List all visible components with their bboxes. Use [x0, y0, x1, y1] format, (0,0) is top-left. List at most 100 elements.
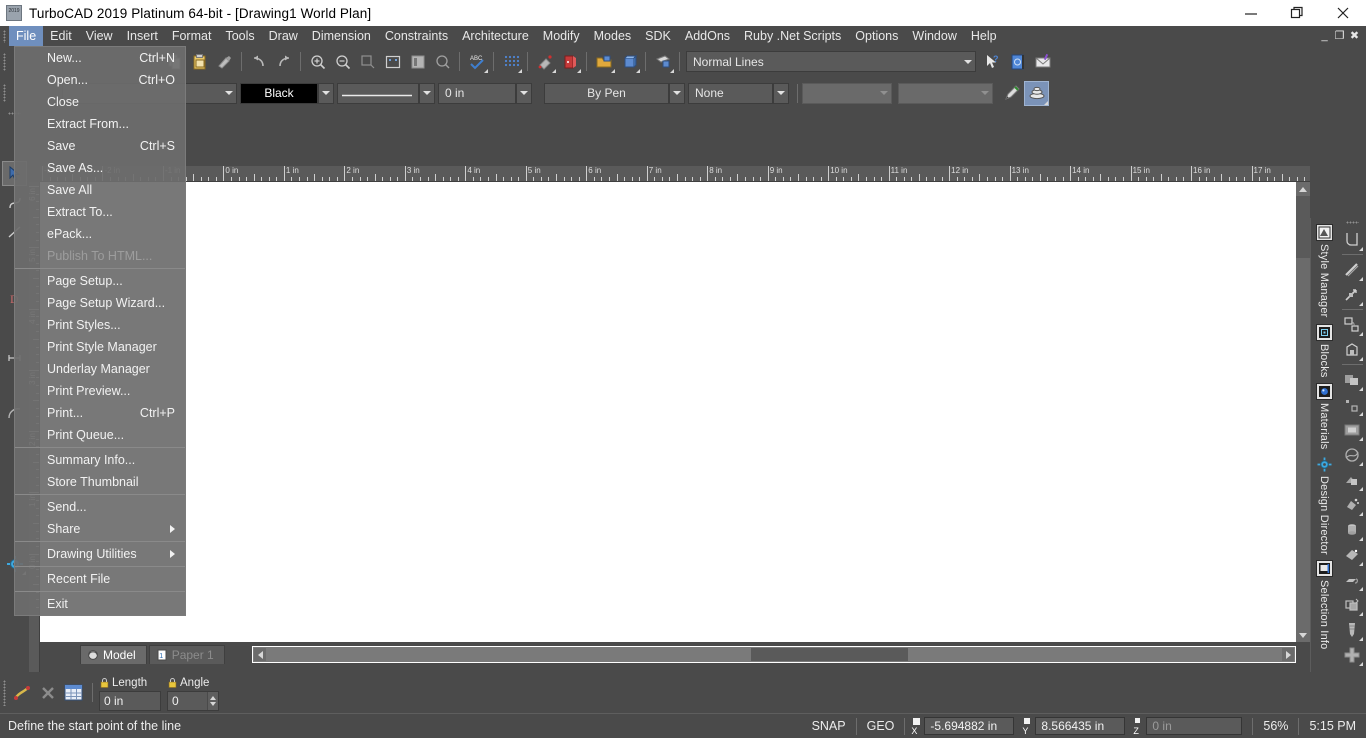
sidebar-item-design-director[interactable]: Design Director: [1311, 454, 1337, 554]
file-menu-item-save[interactable]: Save Ctrl+S: [15, 135, 185, 157]
menu-help[interactable]: Help: [964, 26, 1004, 46]
thread-icon[interactable]: [1339, 617, 1364, 642]
file-menu-item-print[interactable]: Print... Ctrl+P: [15, 402, 185, 424]
chevron-down-icon[interactable]: [221, 84, 236, 103]
file-menu-item-print-styles[interactable]: Print Styles...: [15, 314, 185, 336]
file-menu-item-extract-from[interactable]: Extract From...: [15, 113, 185, 135]
sidebar-item-style-manager[interactable]: Style Manager: [1311, 222, 1337, 318]
file-menu-item-extract-to[interactable]: Extract To...: [15, 201, 185, 223]
fillet-icon[interactable]: [1339, 227, 1364, 252]
file-menu-item-save-as[interactable]: Save As...: [15, 157, 185, 179]
paint-drop-icon[interactable]: [532, 49, 557, 74]
line-width-combo[interactable]: 0 in: [438, 82, 516, 104]
menu-view[interactable]: View: [79, 26, 120, 46]
chamfer-icon[interactable]: [1339, 257, 1364, 282]
menu-drag-grip[interactable]: [0, 26, 9, 46]
chevron-down-icon[interactable]: [960, 52, 975, 71]
horizontal-scroll-thumb[interactable]: [751, 648, 908, 661]
file-menu-item-save-all[interactable]: Save All: [15, 179, 185, 201]
scroll-left-button[interactable]: [254, 648, 266, 661]
paste-icon[interactable]: [187, 49, 212, 74]
file-menu-item-new[interactable]: New... Ctrl+N: [15, 47, 185, 69]
slice-icon[interactable]: [1339, 442, 1364, 467]
coordinate-table-icon[interactable]: [60, 680, 86, 706]
file-menu-item-page-setup-wizard[interactable]: Page Setup Wizard...: [15, 292, 185, 314]
format-painter-icon[interactable]: [212, 49, 237, 74]
zoom-page-icon[interactable]: [405, 49, 430, 74]
horizontal-ruler[interactable]: -3 in-2 in-1 in0 in1 in2 in3 in4 in5 in6…: [40, 166, 1310, 182]
menu-tools[interactable]: Tools: [218, 26, 261, 46]
blend-icon[interactable]: [1339, 467, 1364, 492]
menu-modes[interactable]: Modes: [587, 26, 639, 46]
y-coordinate[interactable]: Y 8.566435 in: [1022, 717, 1126, 736]
x-coordinate-value[interactable]: -5.694882 in: [924, 717, 1015, 735]
geo-indicator[interactable]: GEO: [863, 719, 899, 733]
menu-addons[interactable]: AddOns: [678, 26, 737, 46]
context-help-icon[interactable]: ?: [980, 49, 1005, 74]
workplane-icon[interactable]: [650, 49, 675, 74]
deform-icon[interactable]: [1339, 492, 1364, 517]
drawing-canvas[interactable]: ✖: [40, 182, 1296, 642]
cancel-icon[interactable]: [36, 681, 60, 705]
zoom-previous-icon[interactable]: [430, 49, 455, 74]
mdi-minimize-icon[interactable]: _: [1317, 26, 1332, 46]
mdi-restore-icon[interactable]: ❐: [1332, 26, 1347, 46]
menu-insert[interactable]: Insert: [120, 26, 165, 46]
spell-check-icon[interactable]: ABC: [464, 49, 489, 74]
length-input[interactable]: 0 in: [99, 690, 161, 711]
chevron-down-icon[interactable]: [876, 84, 891, 103]
file-menu-item-epack[interactable]: ePack...: [15, 223, 185, 245]
open-folder-icon[interactable]: [591, 49, 616, 74]
3d-view-icon[interactable]: [616, 49, 641, 74]
scroll-right-button[interactable]: [1282, 648, 1294, 661]
mail-icon[interactable]: [1030, 49, 1055, 74]
menu-draw[interactable]: Draw: [262, 26, 305, 46]
menu-options[interactable]: Options: [848, 26, 905, 46]
menu-edit[interactable]: Edit: [43, 26, 79, 46]
sidebar-item-blocks[interactable]: Blocks: [1311, 322, 1337, 377]
file-menu-item-print-style-manager[interactable]: Print Style Manager: [15, 336, 185, 358]
file-dropdown-menu[interactable]: New... Ctrl+N Open... Ctrl+O Close Extract Fr…: [14, 46, 186, 616]
menu-window[interactable]: Window: [905, 26, 963, 46]
file-menu-item-print-preview[interactable]: Print Preview...: [15, 380, 185, 402]
minimize-icon[interactable]: [1228, 0, 1274, 26]
z-coordinate[interactable]: Z 0 in: [1133, 717, 1243, 736]
line-tool-active-icon[interactable]: [8, 679, 36, 707]
file-menu-item-store-thumbnail[interactable]: Store Thumbnail: [15, 471, 185, 493]
pencil-icon[interactable]: [999, 81, 1024, 106]
canvas-horizontal-scrollbar[interactable]: [252, 646, 1296, 663]
file-menu-item-page-setup[interactable]: Page Setup...: [15, 270, 185, 292]
line-pattern-combo[interactable]: [337, 82, 419, 104]
color-combo[interactable]: Black: [240, 82, 318, 104]
trim-icon[interactable]: [1339, 282, 1364, 307]
file-menu-item-close[interactable]: Close: [15, 91, 185, 113]
y-coordinate-value[interactable]: 8.566435 in: [1035, 717, 1126, 735]
menu-ruby-net-scripts[interactable]: Ruby .Net Scripts: [737, 26, 848, 46]
file-menu-item-share[interactable]: Share: [15, 518, 185, 540]
file-menu-item-print-queue[interactable]: Print Queue...: [15, 424, 185, 446]
scroll-up-button[interactable]: [1296, 182, 1310, 196]
menu-file[interactable]: File: [9, 26, 44, 46]
coordbar-grip[interactable]: [0, 678, 8, 708]
angle-input[interactable]: 0: [167, 690, 219, 711]
z-coordinate-value[interactable]: 0 in: [1146, 717, 1243, 735]
render-style-icon[interactable]: [1024, 80, 1049, 106]
angle-spinner[interactable]: [207, 691, 218, 710]
pen-style-combo[interactable]: By Pen: [544, 82, 669, 104]
scale-icon[interactable]: [1339, 392, 1364, 417]
zoom-out-icon[interactable]: [330, 49, 355, 74]
snap-grid-icon[interactable]: [498, 49, 523, 74]
material-combo[interactable]: [898, 82, 993, 104]
file-menu-item-send[interactable]: Send...: [15, 496, 185, 518]
hatch-combo[interactable]: None: [688, 82, 773, 104]
mirror-icon[interactable]: [1339, 367, 1364, 392]
menu-format[interactable]: Format: [165, 26, 219, 46]
render-icon[interactable]: [557, 49, 582, 74]
menu-sdk[interactable]: SDK: [638, 26, 678, 46]
zoom-extents-icon[interactable]: [380, 49, 405, 74]
menu-constraints[interactable]: Constraints: [378, 26, 455, 46]
color-combo-arrow[interactable]: [318, 82, 334, 104]
restore-icon[interactable]: [1274, 0, 1320, 26]
property-toolbar-grip[interactable]: [0, 81, 8, 105]
extra-combo[interactable]: [802, 82, 892, 104]
